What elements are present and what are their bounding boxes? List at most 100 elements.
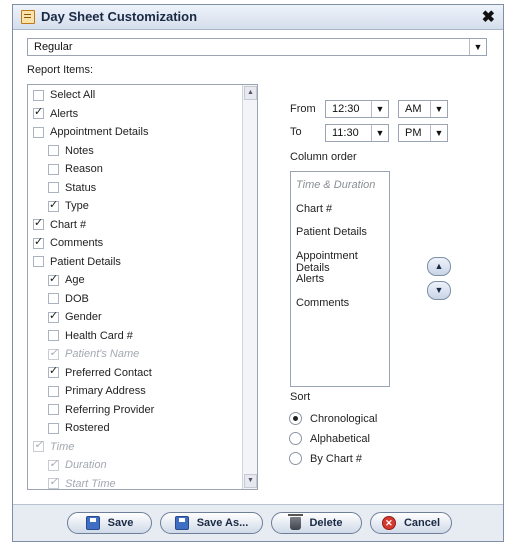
report-item-label: Comments (50, 237, 104, 249)
report-item[interactable]: DOB (48, 291, 89, 307)
report-item-checkbox[interactable] (48, 475, 59, 489)
column-order-item[interactable]: Chart # (296, 203, 332, 215)
report-item[interactable]: Type (48, 198, 89, 214)
to-label: To (290, 126, 302, 138)
report-item-checkbox[interactable] (48, 272, 59, 286)
from-time-value: 12:30 (332, 103, 360, 115)
column-order-item[interactable]: Patient Details (296, 226, 367, 238)
chevron-down-icon[interactable]: ▼ (430, 125, 447, 141)
from-ampm-value: AM (405, 103, 422, 115)
report-item-checkbox[interactable] (33, 438, 44, 452)
chevron-down-icon[interactable]: ▼ (371, 101, 388, 117)
report-item-checkbox[interactable] (48, 346, 59, 360)
report-item[interactable]: Age (48, 272, 85, 288)
report-item[interactable]: Rostered (48, 420, 110, 436)
to-time-select[interactable]: 11:30 ▼ (325, 124, 389, 142)
sort-radio[interactable] (289, 432, 302, 445)
report-item[interactable]: Gender (48, 309, 102, 325)
report-item[interactable]: Appointment Details (33, 124, 148, 140)
from-ampm-select[interactable]: AM ▼ (398, 100, 448, 118)
close-button[interactable]: ✖ (482, 7, 495, 27)
report-item[interactable]: Health Card # (48, 328, 133, 344)
report-item-checkbox[interactable] (48, 457, 59, 471)
report-item-label: Notes (65, 144, 94, 157)
report-item-checkbox[interactable] (48, 182, 59, 193)
report-item-checkbox[interactable] (48, 145, 59, 156)
sort-option[interactable]: By Chart # (289, 452, 362, 465)
report-item-checkbox[interactable] (33, 235, 44, 249)
report-item-checkbox[interactable] (48, 163, 59, 175)
report-item[interactable]: Start Time (48, 475, 116, 490)
report-item-checkbox[interactable] (48, 385, 59, 397)
sort-radio[interactable] (289, 452, 302, 465)
report-items-list[interactable]: Select All Alerts Appointment Details Notes… (27, 84, 258, 490)
move-down-button[interactable]: ▼ (427, 281, 451, 300)
save-as-button-label: Save As... (196, 517, 249, 529)
cancel-button[interactable]: ✕ Cancel (370, 512, 452, 534)
report-item-label: Select All (50, 89, 96, 101)
report-item[interactable]: Comments (33, 235, 103, 251)
report-item-checkbox[interactable] (33, 126, 44, 138)
report-item-checkbox[interactable] (48, 422, 59, 434)
report-item[interactable]: Status (48, 180, 96, 196)
report-item[interactable]: Patient Details (33, 254, 121, 270)
report-item-label: Chart # (50, 218, 87, 231)
from-time-select[interactable]: 12:30 ▼ (325, 100, 389, 118)
template-select-value: Regular (34, 41, 73, 53)
report-item-label: Time (50, 440, 75, 453)
chevron-down-icon[interactable]: ▼ (371, 125, 388, 141)
report-item[interactable]: Primary Address (48, 383, 146, 399)
sort-option[interactable]: Chronological (289, 412, 377, 425)
report-item[interactable]: Time (33, 438, 75, 455)
save-as-button[interactable]: Save As... (160, 512, 263, 534)
report-item[interactable]: Duration (48, 457, 107, 473)
chevron-down-icon[interactable]: ▼ (430, 101, 447, 117)
report-item[interactable]: Alerts (33, 105, 78, 122)
sort-option[interactable]: Alphabetical (289, 432, 370, 445)
report-item[interactable]: Notes (48, 143, 94, 159)
column-order-item[interactable]: Comments (296, 297, 349, 309)
report-items-scrollbar[interactable]: ▲ ▼ (242, 85, 257, 489)
cancel-icon: ✕ (381, 516, 396, 530)
document-icon (21, 10, 35, 24)
report-item-label: DOB (65, 292, 89, 305)
column-order-label: Column order (290, 151, 357, 163)
report-item-label: Appointment Details (50, 126, 149, 138)
column-order-list[interactable]: Time & Duration Chart # Patient Details App… (290, 171, 390, 387)
report-item[interactable]: Referring Provider (48, 402, 154, 418)
report-item[interactable]: Chart # (33, 216, 87, 233)
report-item-checkbox[interactable] (48, 364, 59, 378)
scroll-up-icon[interactable]: ▲ (244, 86, 257, 100)
trash-icon (288, 513, 304, 530)
report-item-checkbox[interactable] (48, 330, 59, 341)
save-icon (85, 516, 100, 530)
report-item[interactable]: Preferred Contact (48, 364, 152, 381)
column-order-item[interactable]: Appointment Details (296, 250, 389, 274)
report-item-checkbox[interactable] (33, 256, 44, 267)
report-item-checkbox[interactable] (33, 89, 44, 101)
sort-radio[interactable] (289, 412, 302, 425)
report-item-label: Primary Address (65, 385, 146, 397)
scroll-down-icon[interactable]: ▼ (244, 474, 257, 488)
report-item-checkbox[interactable] (33, 216, 44, 230)
report-item[interactable]: Reason (48, 161, 103, 177)
report-item-checkbox[interactable] (48, 309, 59, 323)
report-item-checkbox[interactable] (48, 404, 59, 415)
dialog-footer: Save Save As... Delete ✕ Cancel (13, 504, 503, 541)
save-icon (174, 516, 189, 530)
report-item-label: Start Time (65, 477, 116, 490)
report-item[interactable]: Patient's Name (48, 346, 139, 362)
save-button[interactable]: Save (67, 512, 152, 534)
report-item-checkbox[interactable] (33, 105, 44, 119)
move-up-button[interactable]: ▲ (427, 257, 451, 276)
chevron-down-icon[interactable]: ▼ (469, 39, 486, 55)
report-item[interactable]: Select All (33, 87, 95, 103)
column-order-item[interactable]: Alerts (296, 273, 324, 285)
report-item-label: Rostered (65, 422, 110, 434)
report-item-checkbox[interactable] (48, 198, 59, 212)
report-item-checkbox[interactable] (48, 293, 59, 304)
to-ampm-select[interactable]: PM ▼ (398, 124, 448, 142)
template-select[interactable]: Regular ▼ (27, 38, 487, 56)
column-order-item[interactable]: Time & Duration (296, 179, 375, 191)
delete-button[interactable]: Delete (271, 512, 362, 534)
